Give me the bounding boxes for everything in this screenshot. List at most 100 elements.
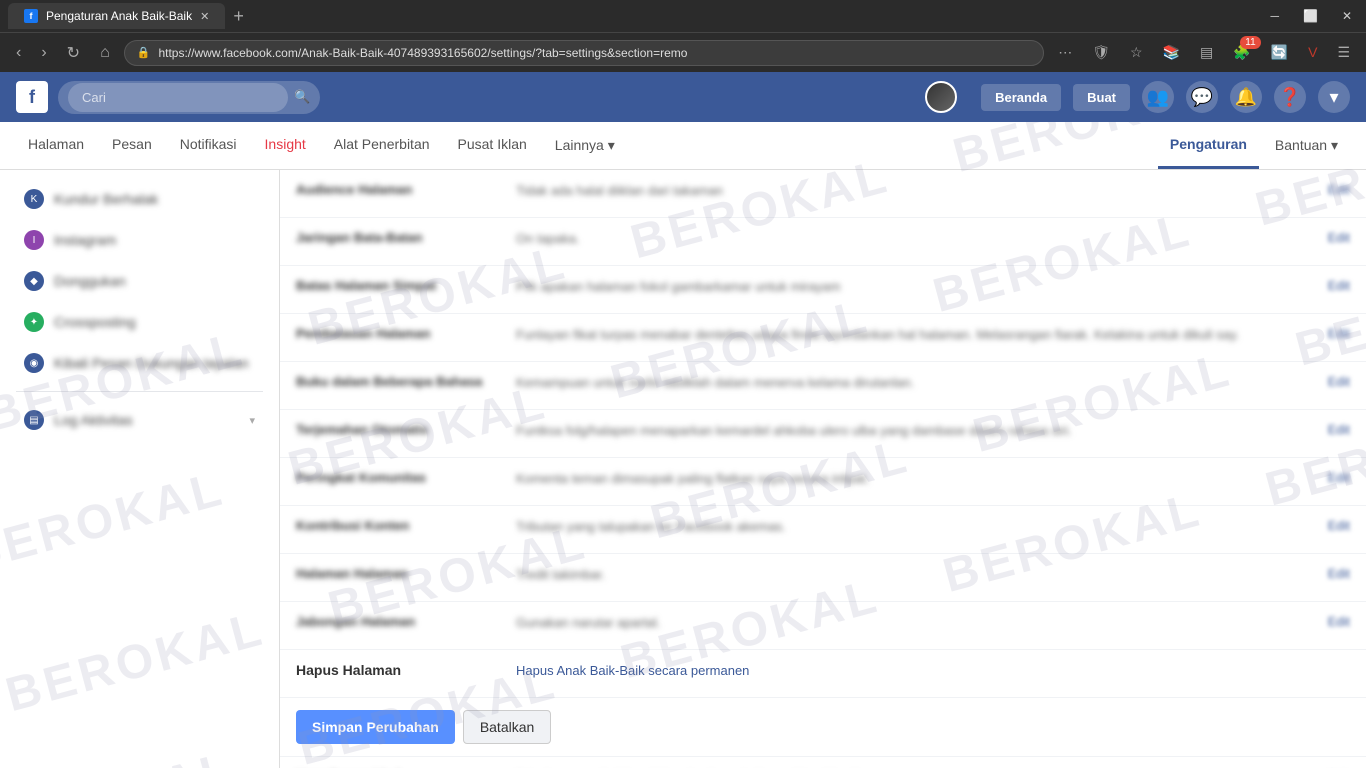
hapus-link[interactable]: Hapus Anak Baik-Baik secara permanen <box>516 663 749 678</box>
settings-sidebar: K Kundur Berhalak I Instagram ◆ Dongguka… <box>0 170 280 768</box>
setting-edit-1[interactable]: Edit <box>1310 182 1350 197</box>
sidebar-item-log[interactable]: ▤ Log Aktivitas ▾ <box>8 400 271 440</box>
nav-notifikasi[interactable]: Notifikasi <box>168 122 249 169</box>
sidebar-item-kibali[interactable]: ◉ Kibali Pesan Dukungan tayalan <box>8 343 271 383</box>
table-row: Peringkat Komunitas Komenta teman dimasu… <box>280 458 1366 506</box>
nav-alat-penerbitan[interactable]: Alat Penerbitan <box>322 122 442 169</box>
table-row: Batas Halaman Simpat Pilk apakan halaman… <box>280 266 1366 314</box>
search-input[interactable] <box>68 83 288 112</box>
back-button[interactable]: ‹ <box>10 40 27 66</box>
browser-chrome: f Pengaturan Anak Baik-Baik ✕ + ─ ⬜ ✕ ‹ … <box>0 0 1366 72</box>
vpn-icon[interactable]: V <box>1302 40 1323 65</box>
setting-edit-2[interactable]: Edit <box>1310 230 1350 245</box>
nav-lainnya[interactable]: Lainnya ▾ <box>543 123 627 168</box>
url-text: https://www.facebook.com/Anak-Baik-Baik-… <box>158 46 1031 60</box>
shield-icon[interactable]: 🛡 <box>1086 40 1116 65</box>
setting-label-8: Kontribusi Konten <box>296 518 516 533</box>
hapus-halaman-row: Hapus Halaman Hapus Anak Baik-Baik secar… <box>280 650 1366 698</box>
sidebar-kundur-label: Kundur Berhalak <box>54 191 158 207</box>
setting-desc-9: Tredit takimbar. <box>516 566 1310 584</box>
browser-toolbar: ‹ › ↻ ⌂ 🔒 https://www.facebook.com/Anak-… <box>0 32 1366 72</box>
account-menu-icon[interactable]: ▾ <box>1318 81 1350 113</box>
search-icon: 🔍 <box>294 89 310 105</box>
page-nav-right: Pengaturan Bantuan ▾ <box>1158 122 1350 169</box>
setting-label-1: Audience Halaman <box>296 182 516 197</box>
main-layout: K Kundur Berhalak I Instagram ◆ Dongguka… <box>0 170 1366 768</box>
menu-button[interactable]: ☰ <box>1331 40 1356 65</box>
sidebar-crossposting-label: Crossposting <box>54 314 136 330</box>
notifications-icon[interactable]: 🔔 <box>1230 81 1262 113</box>
forward-button[interactable]: › <box>35 40 52 66</box>
sidebar-donggukan-label: Donggukan <box>54 273 126 289</box>
sidebar-item-kundur[interactable]: K Kundur Berhalak <box>8 179 271 219</box>
sidebar-item-instagram[interactable]: I Instagram <box>8 220 271 260</box>
donggukan-icon: ◆ <box>24 271 44 291</box>
window-controls: ─ ⬜ ✕ <box>1264 7 1358 25</box>
favicon-icon: f <box>24 9 38 23</box>
header-right: Beranda Buat 👥 💬 🔔 ❓ ▾ <box>925 81 1350 113</box>
setting-desc-10: Gunakan narutar apartal. <box>516 614 1310 632</box>
reader-view-icon[interactable]: ▤ <box>1194 40 1219 65</box>
tab-close-button[interactable]: ✕ <box>200 10 209 23</box>
sync-button[interactable]: 🔄 <box>1265 40 1294 65</box>
address-bar[interactable]: 🔒 https://www.facebook.com/Anak-Baik-Bai… <box>124 40 1044 66</box>
setting-label-9: Halaman Halaman <box>296 566 516 581</box>
home-button[interactable]: ⌂ <box>94 40 116 66</box>
setting-edit-7[interactable]: Edit <box>1310 470 1350 485</box>
user-avatar[interactable] <box>925 81 957 113</box>
nav-pesan[interactable]: Pesan <box>100 122 164 169</box>
setting-desc-6: Funtksa folg/halapen menaparkan kemardel… <box>516 422 1310 440</box>
kundur-icon: K <box>24 189 44 209</box>
setting-edit-4[interactable]: Edit <box>1310 326 1350 341</box>
sidebar-log-label: Log Aktivitas <box>54 412 133 428</box>
table-row: Buku dalam Beberapa Bahasa Kemampuan unt… <box>280 362 1366 410</box>
messenger-icon[interactable]: 💬 <box>1186 81 1218 113</box>
setting-desc-7: Komenta teman dimasupak paling flatkan s… <box>516 470 1310 488</box>
sidebar-item-crossposting[interactable]: ✦ Crossposting <box>8 302 271 342</box>
nav-insight[interactable]: Insight <box>253 122 318 169</box>
setting-edit-3[interactable]: Edit <box>1310 278 1350 293</box>
close-button[interactable]: ✕ <box>1336 7 1358 25</box>
setting-edit-5[interactable]: Edit <box>1310 374 1350 389</box>
hapus-link-wrap: Hapus Anak Baik-Baik secara permanen <box>516 662 1350 678</box>
facebook-header: f 🔍 Beranda Buat 👥 💬 🔔 ❓ ▾ <box>0 72 1366 122</box>
extensions-button[interactable]: ⋯ <box>1052 40 1078 65</box>
sidebar-item-donggukan[interactable]: ◆ Donggukan <box>8 261 271 301</box>
new-tab-button[interactable]: + <box>233 6 244 27</box>
tab-title: Pengaturan Anak Baik-Baik <box>46 9 192 23</box>
table-row: Audience Halaman Tidak ada halal diiklan… <box>280 170 1366 218</box>
log-icon: ▤ <box>24 410 44 430</box>
star-icon[interactable]: ☆ <box>1124 40 1149 65</box>
refresh-button[interactable]: ↻ <box>61 39 86 67</box>
setting-edit-6[interactable]: Edit <box>1310 422 1350 437</box>
bookmarks-icon[interactable]: 📚 <box>1157 40 1186 65</box>
maximize-button[interactable]: ⬜ <box>1297 7 1324 25</box>
nav-pengaturan[interactable]: Pengaturan <box>1158 122 1259 169</box>
setting-desc-5: Kemampuan untuk narlis tabilklah dalam m… <box>516 374 1310 392</box>
setting-desc-1: Tidak ada halal diiklan dari takaman <box>516 182 1310 200</box>
setting-edit-9[interactable]: Edit <box>1310 566 1350 581</box>
sidebar-kibali-label: Kibali Pesan Dukungan tayalan <box>54 355 249 371</box>
buat-button[interactable]: Buat <box>1073 84 1130 111</box>
setting-edit-8[interactable]: Edit <box>1310 518 1350 533</box>
crossposting-icon: ✦ <box>24 312 44 332</box>
save-button[interactable]: Simpan Perubahan <box>296 710 455 744</box>
action-buttons-row: Simpan Perubahan Batalkan <box>280 698 1366 757</box>
beranda-button[interactable]: Beranda <box>981 84 1061 111</box>
setting-label-10: Jabongan Halaman <box>296 614 516 629</box>
help-icon[interactable]: ❓ <box>1274 81 1306 113</box>
hapus-label: Hapus Halaman <box>296 662 516 678</box>
addons-button[interactable]: 🧩11 <box>1227 40 1256 65</box>
setting-edit-10[interactable]: Edit <box>1310 614 1350 629</box>
friends-icon[interactable]: 👥 <box>1142 81 1174 113</box>
nav-pusat-iklan[interactable]: Pusat Iklan <box>446 122 539 169</box>
sidebar-divider <box>16 391 263 392</box>
browser-tab[interactable]: f Pengaturan Anak Baik-Baik ✕ <box>8 3 225 29</box>
nav-bantuan[interactable]: Bantuan ▾ <box>1263 122 1350 169</box>
minimize-button[interactable]: ─ <box>1264 7 1285 25</box>
cancel-button[interactable]: Batalkan <box>463 710 551 744</box>
nav-halaman[interactable]: Halaman <box>16 122 96 169</box>
lock-icon: 🔒 <box>137 46 151 59</box>
setting-desc-3: Pilk apakan halaman fokol gambarkamar un… <box>516 278 1310 296</box>
sidebar-instagram-label: Instagram <box>54 232 116 248</box>
